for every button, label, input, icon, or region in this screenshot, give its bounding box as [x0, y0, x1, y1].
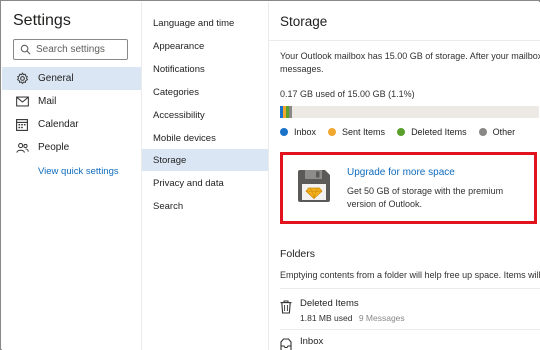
nav-item-mail[interactable]: Mail: [2, 90, 141, 113]
folder-name: Deleted Items: [300, 298, 359, 309]
nav-item-people[interactable]: People: [2, 136, 141, 159]
subnav-item-notifications[interactable]: Notifications: [142, 58, 269, 80]
legend-item-sent-items: Sent Items: [328, 127, 385, 137]
folders-divider-2: [280, 329, 540, 330]
legend-label-deleted-items: Deleted Items: [411, 127, 467, 137]
nav-label-people: People: [38, 142, 70, 153]
settings-left-pane: Settings Search settings General Mail Ca…: [2, 2, 141, 350]
folder-row-deleted-items[interactable]: Deleted Items 1.81 MB used 9 Messages: [280, 297, 540, 327]
storage-description: Your Outlook mailbox has 15.00 GB of sto…: [280, 50, 540, 76]
view-quick-settings-link[interactable]: View quick settings: [38, 166, 119, 177]
trash-icon: [280, 300, 292, 319]
upgrade-description: Get 50 GB of storage with the premium ve…: [347, 186, 504, 209]
floppy-disk-premium-icon: [296, 168, 332, 209]
legend-dot-inbox: [280, 128, 288, 136]
folder-usage: 1.81 MB used 9 Messages: [300, 313, 405, 323]
folder-size: 1.81 MB used: [300, 313, 353, 323]
settings-subcategory-pane: Language and time Appearance Notificatio…: [141, 2, 269, 350]
title-divider: [269, 40, 540, 41]
subnav-item-accessibility[interactable]: Accessibility: [142, 104, 269, 126]
legend-dot-deleted-items: [397, 128, 406, 136]
nav-item-general[interactable]: General: [2, 67, 141, 90]
storage-usage-bar: [280, 106, 539, 118]
folder-message-count: 9 Messages: [358, 313, 405, 323]
settings-title: Settings: [13, 12, 71, 29]
gear-icon: [15, 72, 29, 86]
legend-item-other: Other: [478, 127, 516, 137]
legend-item-inbox: Inbox: [280, 127, 316, 137]
legend-dot-other: [478, 128, 487, 136]
nav-label-calendar: Calendar: [38, 119, 79, 130]
folders-divider-1: [280, 288, 540, 289]
legend-dot-sent-items: [328, 128, 337, 136]
upgrade-for-more-space-card[interactable]: Upgrade for more space Get 50 GB of stor…: [280, 152, 537, 224]
storage-description-line-2: messages.: [280, 64, 324, 74]
storage-legend: Inbox Sent Items Deleted Items Other: [280, 127, 527, 137]
legend-label-inbox: Inbox: [294, 127, 317, 137]
subnav-item-mobile-devices[interactable]: Mobile devices: [142, 127, 269, 149]
search-placeholder: Search settings: [36, 44, 105, 55]
folders-description: Emptying contents from a folder will hel…: [280, 270, 540, 280]
search-icon: [20, 44, 31, 55]
usage-bar-segment-other: [289, 106, 292, 118]
nav-item-calendar[interactable]: Calendar: [2, 113, 141, 136]
calendar-icon: [15, 118, 29, 132]
nav-label-mail: Mail: [38, 96, 57, 107]
folder-name: Inbox: [300, 336, 324, 347]
storage-settings-pane: Storage Your Outlook mailbox has 15.00 G…: [268, 2, 540, 350]
search-settings-input[interactable]: Search settings: [13, 39, 128, 60]
subnav-item-storage[interactable]: Storage: [142, 149, 269, 171]
mail-icon: [15, 95, 29, 109]
upgrade-title-link[interactable]: Upgrade for more space: [347, 167, 455, 178]
subnav-item-search[interactable]: Search: [142, 195, 269, 217]
folder-row-inbox[interactable]: Inbox: [280, 335, 540, 350]
storage-usage-text: 0.17 GB used of 15.00 GB (1.1%): [280, 89, 415, 99]
legend-item-deleted-items: Deleted Items: [397, 127, 467, 137]
subnav-item-privacy-and-data[interactable]: Privacy and data: [142, 172, 269, 194]
inbox-icon: [280, 338, 292, 350]
legend-label-other: Other: [492, 127, 516, 137]
nav-label-general: General: [38, 73, 74, 84]
page-title: Storage: [280, 14, 328, 29]
settings-window: Settings Search settings General Mail Ca…: [0, 0, 540, 350]
storage-description-line-1: Your Outlook mailbox has 15.00 GB of sto…: [280, 51, 540, 61]
subnav-item-language-and-time[interactable]: Language and time: [142, 12, 269, 34]
subnav-item-appearance[interactable]: Appearance: [142, 35, 269, 57]
subnav-item-categories[interactable]: Categories: [142, 81, 269, 103]
legend-label-sent-items: Sent Items: [342, 127, 386, 137]
people-icon: [15, 141, 29, 155]
folders-heading: Folders: [280, 248, 316, 260]
